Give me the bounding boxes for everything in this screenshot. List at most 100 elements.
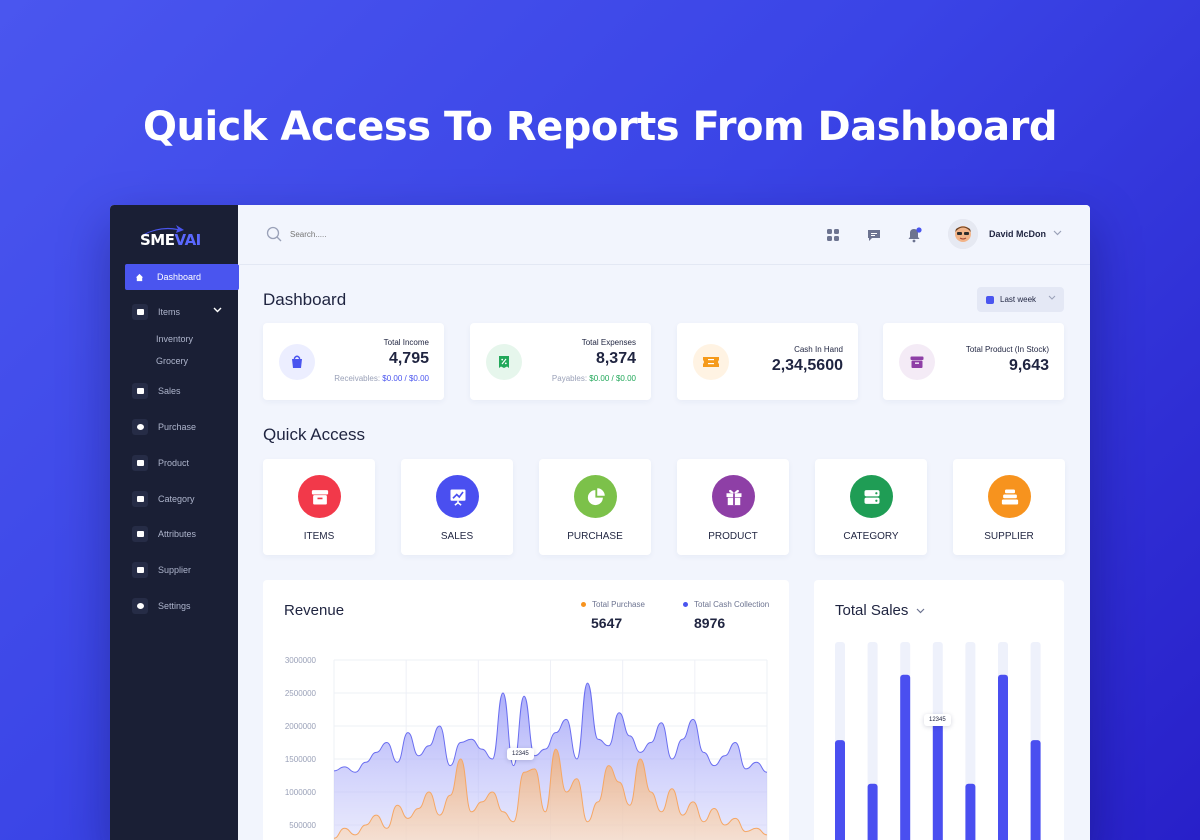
stat-value: 2,34,5600 (771, 357, 843, 374)
user-avatar-icon (948, 219, 978, 249)
sales-bar[interactable] (1030, 740, 1041, 840)
sidebar-subitem-grocery[interactable]: Grocery (156, 356, 188, 366)
archive-icon (899, 344, 935, 380)
cart-icon (132, 383, 148, 399)
page-title: Dashboard (263, 290, 347, 309)
stat-label: Cash In Hand (794, 345, 843, 354)
avatar[interactable] (948, 219, 978, 249)
sidebar-item-settings[interactable]: Settings (126, 593, 238, 619)
presentation-icon (436, 475, 479, 518)
revenue-area-chart: 500000 1000000 1500000 2000000 2500000 300000… (285, 656, 768, 840)
sidebar-item-label: Dashboard (157, 272, 202, 282)
quick-access-title: Quick Access (263, 425, 366, 444)
y-tick-label: 1000000 (285, 788, 317, 797)
stat-label: Total Income (383, 338, 429, 347)
quick-access-label: CATEGORY (843, 531, 899, 542)
stat-card-cash[interactable]: Cash In Hand 2,34,5600 (677, 323, 858, 400)
date-range-select[interactable]: Last week (977, 287, 1064, 312)
date-range-value: Last week (1000, 295, 1037, 304)
sales-bar[interactable] (835, 740, 845, 840)
quick-access-sales[interactable]: SALES (401, 459, 513, 555)
sales-bar[interactable] (998, 674, 1008, 840)
sidebar-item-label: Sales (158, 386, 181, 396)
stat-value: 8,374 (595, 350, 636, 367)
ticket-icon (693, 344, 729, 380)
category-icon (132, 491, 148, 507)
sidebar-item-label: Attributes (158, 529, 197, 539)
notification-bell-icon[interactable] (906, 227, 922, 243)
stat-label: Total Expenses (581, 338, 636, 347)
quick-access-category[interactable]: CATEGORY (815, 459, 927, 555)
sidebar-item-product[interactable]: Product (126, 450, 238, 476)
stack-icon (132, 562, 148, 578)
sidebar-item-label: Purchase (158, 422, 197, 432)
sidebar-item-label: Settings (158, 601, 191, 611)
stack-icon (988, 475, 1031, 518)
sidebar-item-label: Items (158, 307, 181, 317)
receipt-icon (486, 344, 522, 380)
sidebar-item-label: Supplier (158, 565, 192, 575)
gear-icon (132, 598, 148, 614)
stat-sub: Receivables: $0.00 / $0.00 (334, 374, 429, 383)
sidebar-item-attributes[interactable]: Attributes (126, 521, 238, 547)
archive-icon (298, 475, 341, 518)
revenue-tooltip: 12345 (507, 748, 534, 760)
quick-access-product[interactable]: PRODUCT (677, 459, 789, 555)
stat-card-income[interactable]: Total Income 4,795 Receivables: $0.00 / … (263, 323, 444, 400)
y-tick-label: 3000000 (285, 656, 317, 665)
quick-access-label: PURCHASE (567, 531, 623, 542)
calendar-icon (986, 295, 994, 304)
home-icon (131, 269, 147, 285)
total-sales-bar-chart (835, 642, 1041, 840)
sidebar-item-sales[interactable]: Sales (126, 378, 238, 404)
logo-text: SMEVAI (140, 231, 201, 249)
quick-access-label: SUPPLIER (984, 531, 1034, 542)
sidebar-item-dashboard[interactable]: Dashboard (125, 264, 239, 290)
sidebar-item-label: Product (158, 458, 190, 468)
total-sales-card: Total Sales 12345 (814, 580, 1064, 840)
stat-label: Total Product (In Stock) (965, 345, 1049, 354)
total-sales-tooltip: 12345 (924, 714, 951, 726)
sales-bar[interactable] (965, 783, 976, 840)
search-input[interactable] (290, 229, 410, 239)
chevron-down-icon[interactable] (1053, 230, 1062, 236)
revenue-card: Revenue Total Purchase 5647 Total Cash C… (263, 580, 789, 840)
database-icon (132, 526, 148, 542)
quick-access-supplier[interactable]: SUPPLIER (953, 459, 1065, 555)
sidebar-item-category[interactable]: Category (126, 486, 238, 512)
sidebar: SMEVAI Dashboard Items Inventory Grocery… (110, 205, 239, 840)
quick-access-label: PRODUCT (708, 531, 758, 542)
sales-bar[interactable] (932, 718, 943, 840)
quick-access-items[interactable]: ITEMS (263, 459, 375, 555)
stat-card-expenses[interactable]: Total Expenses 8,374 Payables: $0.00 / $… (470, 323, 651, 400)
search-icon[interactable] (266, 226, 282, 242)
sales-bar[interactable] (867, 783, 878, 840)
sales-bar[interactable] (900, 674, 911, 840)
y-tick-label: 2500000 (285, 689, 317, 698)
username[interactable]: David McDon (989, 229, 1046, 239)
shopping-bag-icon (279, 344, 315, 380)
y-tick-label: 1500000 (285, 755, 317, 764)
sidebar-subitem-inventory[interactable]: Inventory (156, 334, 193, 344)
quick-access-label: SALES (440, 531, 474, 542)
server-icon (850, 475, 893, 518)
stat-value: 9,643 (1008, 357, 1049, 374)
sidebar-item-label: Category (158, 494, 195, 504)
quick-access-purchase[interactable]: PURCHASE (539, 459, 651, 555)
logo[interactable]: SMEVAI (140, 223, 210, 251)
apps-grid-icon[interactable] (825, 227, 841, 243)
search (266, 226, 410, 242)
y-tick-label: 2000000 (285, 722, 317, 731)
hero-title: Quick Access To Reports From Dashboard (142, 104, 1058, 150)
app-window: SMEVAI Dashboard Items Inventory Grocery… (110, 205, 1090, 840)
gift-icon (712, 475, 755, 518)
pie-chart-icon (574, 475, 617, 518)
pie-icon (132, 419, 148, 435)
sidebar-item-purchase[interactable]: Purchase (126, 414, 238, 440)
sidebar-item-items[interactable]: Items (126, 299, 238, 325)
topbar: David McDon (238, 205, 1090, 265)
sidebar-item-supplier[interactable]: Supplier (126, 557, 238, 583)
message-icon[interactable] (866, 227, 882, 243)
stat-card-product[interactable]: Total Product (In Stock) 9,643 (883, 323, 1064, 400)
chevron-down-icon[interactable] (213, 307, 222, 313)
